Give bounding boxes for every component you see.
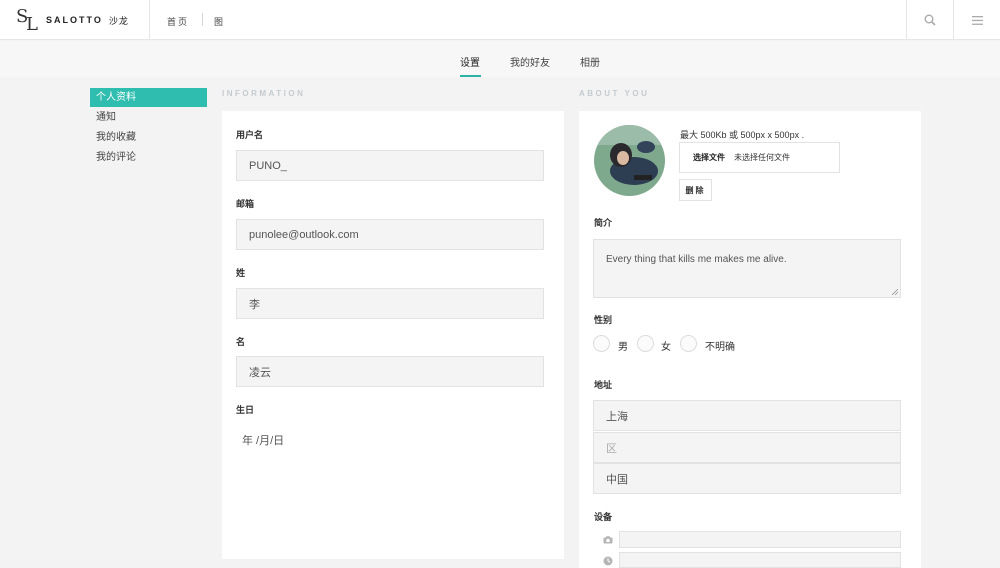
lastname-label: 姓 [236,268,246,278]
bio-text: Every thing that kills me makes me alive… [606,254,787,265]
about-heading: ABOUT YOU [579,89,650,98]
birthday-label: 生日 [236,405,255,415]
lastname-input[interactable]: 李 [236,288,544,319]
address-city-input[interactable]: 上海 [593,400,901,431]
avatar[interactable] [594,125,665,196]
choose-file-button[interactable]: 选择文件 [693,152,725,163]
top-header: SL SALOTTO 沙龙 首页 图 [0,0,1000,40]
delete-avatar-button[interactable]: 删除 [679,179,712,201]
username-input[interactable]: PUNO_ [236,150,544,181]
gender-radio-female[interactable] [637,335,654,352]
sidebar-item-favorites[interactable]: 我的收藏 [90,128,207,147]
header-divider [149,0,150,40]
birthday-input[interactable]: 年 /月/日 [242,432,284,448]
gender-option-unspecified: 不明确 [705,342,735,353]
address-country-input[interactable]: 中国 [593,463,901,494]
devices-label: 设备 [594,512,613,522]
tab-albums[interactable]: 相册 [580,54,600,69]
firstname-label: 名 [236,337,246,347]
email-input[interactable]: punolee@outlook.com [236,219,544,250]
tab-friends[interactable]: 我的好友 [510,54,550,69]
nav-separator [202,13,203,26]
device-input-clock[interactable] [619,552,901,568]
gender-option-male: 男 [618,342,628,353]
tab-bar: 设置 我的好友 相册 [0,41,1000,77]
nav-home-link[interactable]: 首页 [167,15,189,28]
search-icon [924,14,936,26]
tab-settings[interactable]: 设置 [460,54,480,69]
firstname-input[interactable]: 凌云 [236,356,544,387]
resize-grip-icon[interactable] [892,289,898,295]
gender-option-female: 女 [661,342,671,353]
nav-pictures-link[interactable]: 图 [214,15,223,28]
menu-icon [971,15,983,25]
active-tab-indicator [460,75,481,77]
search-button[interactable] [907,0,953,40]
no-file-text: 未选择任何文件 [734,153,790,162]
brand-name: SALOTTO [46,15,103,25]
sidebar-item-comments[interactable]: 我的评论 [90,148,207,167]
gender-radio-unspecified[interactable] [680,335,697,352]
camera-icon [603,535,613,545]
email-label: 邮箱 [236,199,255,209]
logo[interactable]: SL SALOTTO 沙龙 [14,6,129,35]
clock-icon [603,556,613,566]
file-picker[interactable]: 选择文件 未选择任何文件 [679,142,840,173]
bio-textarea[interactable]: Every thing that kills me makes me alive… [593,239,901,298]
menu-button[interactable] [954,0,1000,40]
address-label: 地址 [594,380,613,390]
address-district-input[interactable]: 区 [593,432,901,463]
bio-label: 简介 [594,218,613,228]
gender-label: 性别 [594,315,613,325]
gender-radio-male[interactable] [593,335,610,352]
avatar-size-hint: 最大 500Kb 或 500px x 500px . [680,130,805,140]
device-input-camera[interactable] [619,531,901,548]
brand-name-cn: 沙龙 [108,15,129,26]
username-label: 用户名 [236,130,264,140]
sidebar-item-notifications[interactable]: 通知 [90,108,207,127]
information-heading: INFORMATION [222,89,306,98]
sidebar-item-profile[interactable]: 个人资料 [90,88,207,107]
logo-mark: SL [16,6,38,35]
